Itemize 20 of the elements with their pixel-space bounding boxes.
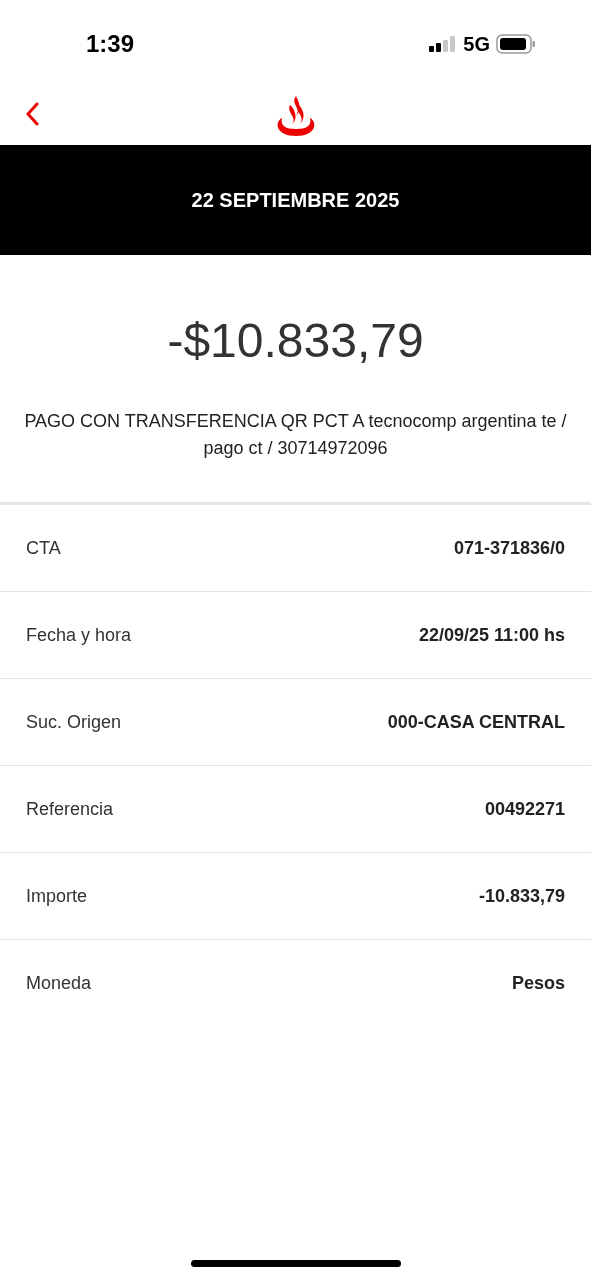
- detail-label: Referencia: [26, 798, 114, 820]
- detail-value: -10.833,79: [478, 885, 565, 907]
- detail-value: 071-371836/0: [453, 537, 565, 559]
- detail-value: 00492271: [484, 798, 565, 820]
- detail-label: Moneda: [26, 972, 92, 994]
- detail-value: Pesos: [511, 972, 565, 994]
- detail-label: Importe: [26, 885, 88, 907]
- detail-value: 000-CASA CENTRAL: [387, 711, 565, 733]
- detail-label: Suc. Origen: [26, 711, 122, 733]
- date-text: 22 SEPTIEMBRE 2025: [191, 188, 400, 212]
- detail-label: CTA: [26, 537, 61, 559]
- battery-icon: [496, 34, 536, 54]
- network-label: 5G: [463, 32, 490, 56]
- back-icon[interactable]: [25, 102, 39, 126]
- status-time: 1:39: [86, 30, 135, 58]
- description-text: PAGO CON TRANSFERENCIA QR PCT A tecnocomp argentina te / pago ct / 30714972096: [23, 410, 568, 460]
- amount-text: -$10.833,79: [166, 313, 425, 368]
- detail-value: 22/09/25 11:00 hs: [418, 624, 565, 646]
- signal-icon: [429, 36, 458, 52]
- detail-label: Fecha y hora: [26, 624, 132, 646]
